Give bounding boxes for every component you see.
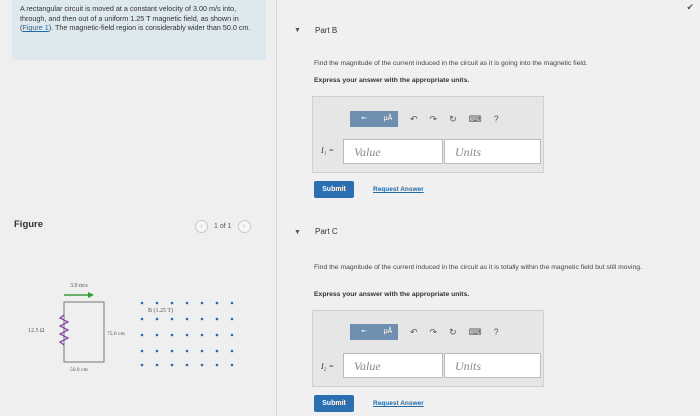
- part-b-units-input[interactable]: Units: [444, 139, 541, 164]
- resistance-label: 12.5 Ω: [28, 328, 45, 334]
- part-c-request-answer-link[interactable]: Request Answer: [373, 400, 424, 407]
- figure-link[interactable]: Figure 1: [22, 23, 48, 32]
- redo-icon[interactable]: ↷: [430, 327, 438, 338]
- part-b-toggle-icon[interactable]: ▼: [294, 27, 301, 34]
- templates-button[interactable]: ▪▫: [350, 324, 378, 340]
- keyboard-icon[interactable]: ⌨: [469, 114, 482, 125]
- help-button[interactable]: ?: [494, 114, 499, 124]
- part-c-variable-label: I₂ =: [321, 362, 334, 371]
- figure-heading: Figure: [14, 219, 44, 230]
- problem-text-end: ). The magnetic-field region is consider…: [48, 23, 251, 32]
- reset-icon[interactable]: ↻: [449, 327, 457, 338]
- part-c-instruction: Express your answer with the appropriate…: [314, 291, 470, 298]
- right-panel: ✔ ▼ Part B Find the magnitude of the cur…: [277, 0, 700, 416]
- units-button[interactable]: μÅ: [378, 111, 398, 127]
- part-c-submit-button[interactable]: Submit: [314, 395, 354, 412]
- height-label: 75.0 cm: [107, 331, 125, 337]
- part-c-answer-box: ▪▫ μÅ ↶ ↷ ↻ ⌨ ? I₂ = Value Units: [312, 310, 544, 387]
- part-b-submit-button[interactable]: Submit: [314, 181, 354, 198]
- part-b-question: Find the magnitude of the current induce…: [314, 60, 588, 67]
- collapse-chevron-icon[interactable]: ✔: [686, 2, 694, 13]
- part-b-value-input[interactable]: Value: [343, 139, 443, 164]
- part-b-instruction: Express your answer with the appropriate…: [314, 77, 470, 84]
- pager-text: 1 of 1: [214, 223, 232, 230]
- templates-button[interactable]: ▪▫: [350, 111, 378, 127]
- part-b-variable-label: I₁ =: [321, 146, 334, 155]
- keyboard-icon[interactable]: ⌨: [469, 327, 482, 338]
- part-c-toggle-icon[interactable]: ▼: [294, 229, 301, 236]
- part-b-answer-box: ▪▫ μÅ ↶ ↷ ↻ ⌨ ? I₁ = Value Units: [312, 96, 544, 173]
- part-c-units-input[interactable]: Units: [444, 353, 541, 378]
- part-b-title: Part B: [315, 26, 338, 35]
- part-c-title: Part C: [315, 227, 338, 236]
- width-label: 50.0 cm: [70, 367, 88, 373]
- part-b-request-answer-link[interactable]: Request Answer: [373, 186, 424, 193]
- left-panel: A rectangular circuit is moved at a cons…: [0, 0, 276, 416]
- figure-pager: ‹ 1 of 1 ›: [195, 220, 251, 233]
- help-button[interactable]: ?: [494, 327, 499, 337]
- field-label: B (1.25 T): [148, 307, 173, 314]
- undo-icon[interactable]: ↶: [410, 327, 418, 338]
- next-figure-button[interactable]: ›: [237, 220, 251, 233]
- velocity-label: 3.0 m/s: [70, 283, 88, 289]
- undo-icon[interactable]: ↶: [410, 114, 418, 125]
- circuit-figure: 3.0 m/s 12.5 Ω 75.0 cm 50.0 cm B (1.25 T…: [28, 283, 234, 373]
- reset-icon[interactable]: ↻: [449, 114, 457, 125]
- velocity-arrowhead: [88, 292, 94, 298]
- problem-statement: A rectangular circuit is moved at a cons…: [12, 0, 266, 60]
- redo-icon[interactable]: ↷: [430, 114, 438, 125]
- part-c-question: Find the magnitude of the current induce…: [314, 264, 642, 271]
- circuit-loop: [63, 301, 105, 363]
- prev-figure-button[interactable]: ‹: [195, 220, 208, 233]
- units-button[interactable]: μÅ: [378, 324, 398, 340]
- part-c-value-input[interactable]: Value: [343, 353, 443, 378]
